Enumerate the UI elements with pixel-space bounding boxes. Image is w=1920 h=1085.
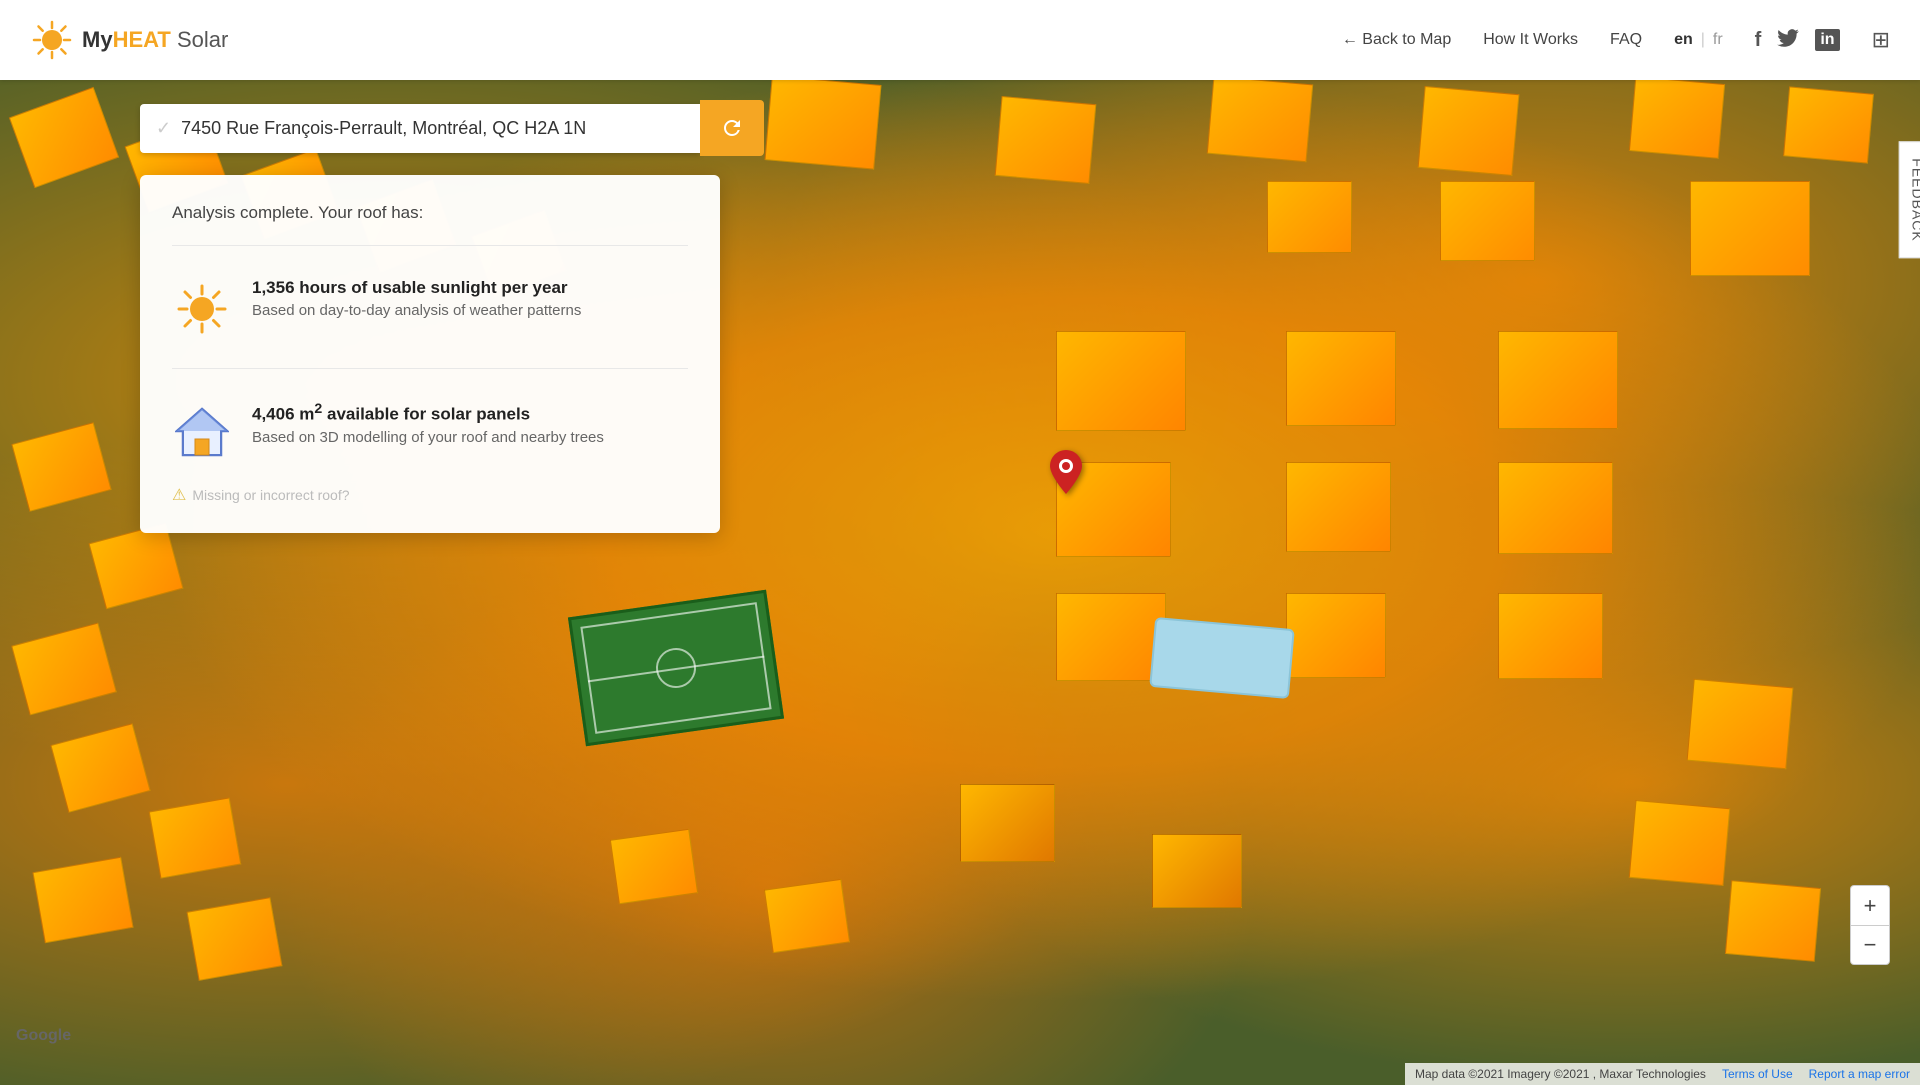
logo-sun-icon [30,18,74,62]
terms-of-use-link[interactable]: Terms of Use [1722,1067,1793,1081]
lang-en[interactable]: en [1674,31,1693,49]
address-input-wrap[interactable]: ✓ 7450 Rue François-Perrault, Montréal, … [140,104,700,153]
refresh-button[interactable] [700,100,764,156]
logo-area[interactable]: MyHEAT Solar [30,18,228,62]
sunlight-stat-main: 1,356 hours of usable sunlight per year [252,278,581,298]
header-nav: ← Back to Map How It Works FAQ en | fr f… [1342,27,1890,53]
faq-link[interactable]: FAQ [1610,31,1642,49]
divider-1 [172,245,688,246]
map-data-text: Map data ©2021 Imagery ©2021 , Maxar Tec… [1415,1067,1706,1081]
zoom-controls: + − [1850,885,1890,965]
map-attribution: Map data ©2021 Imagery ©2021 , Maxar Tec… [1405,1063,1920,1085]
google-watermark: Google [16,1027,71,1045]
address-text: 7450 Rue François-Perrault, Montréal, QC… [181,118,586,139]
linkedin-icon[interactable]: in [1815,29,1839,51]
house-icon [175,405,229,459]
social-icons: f in [1755,29,1840,52]
area-stat-sub: Based on 3D modelling of your roof and n… [252,429,604,446]
lang-fr[interactable]: fr [1713,31,1723,49]
grid-apps-icon[interactable]: ⊞ [1872,27,1890,53]
sunlight-stat-sub: Based on day-to-day analysis of weather … [252,302,581,319]
facebook-icon[interactable]: f [1755,29,1762,52]
zoom-in-button[interactable]: + [1850,885,1890,925]
sunlight-stat-row: 1,356 hours of usable sunlight per year … [172,262,688,352]
sunlight-stat-content: 1,356 hours of usable sunlight per year … [252,278,581,319]
area-stat-content: 4,406 m2 available for solar panels Base… [252,401,604,446]
divider-2 [172,368,688,369]
sunlight-icon [175,282,229,336]
warning-icon: ⚠ [172,485,186,505]
sunlight-icon-wrap [172,278,232,336]
check-icon: ✓ [156,118,171,139]
feedback-tab[interactable]: FEEDBACK [1898,141,1920,258]
twitter-icon[interactable] [1777,29,1799,52]
analysis-title: Analysis complete. Your roof has: [172,203,688,223]
back-to-map-link[interactable]: ← Back to Map [1342,31,1451,49]
zoom-out-button[interactable]: − [1850,925,1890,965]
address-bar: ✓ 7450 Rue François-Perrault, Montréal, … [140,100,764,156]
map-pin [1050,450,1082,503]
how-it-works-link[interactable]: How It Works [1483,31,1578,49]
header: MyHEAT Solar ← Back to Map How It Works … [0,0,1920,80]
analysis-card: Analysis complete. Your roof has: [140,175,720,533]
area-icon-wrap [172,401,232,459]
area-stat-row: 4,406 m2 available for solar panels Base… [172,385,688,475]
logo-text: MyHEAT Solar [82,27,228,53]
missing-roof-link[interactable]: ⚠ Missing or incorrect roof? [172,485,688,505]
report-map-error-link[interactable]: Report a map error [1809,1067,1910,1081]
area-stat-main: 4,406 m2 available for solar panels [252,401,604,425]
language-selector: en | fr [1674,31,1723,49]
